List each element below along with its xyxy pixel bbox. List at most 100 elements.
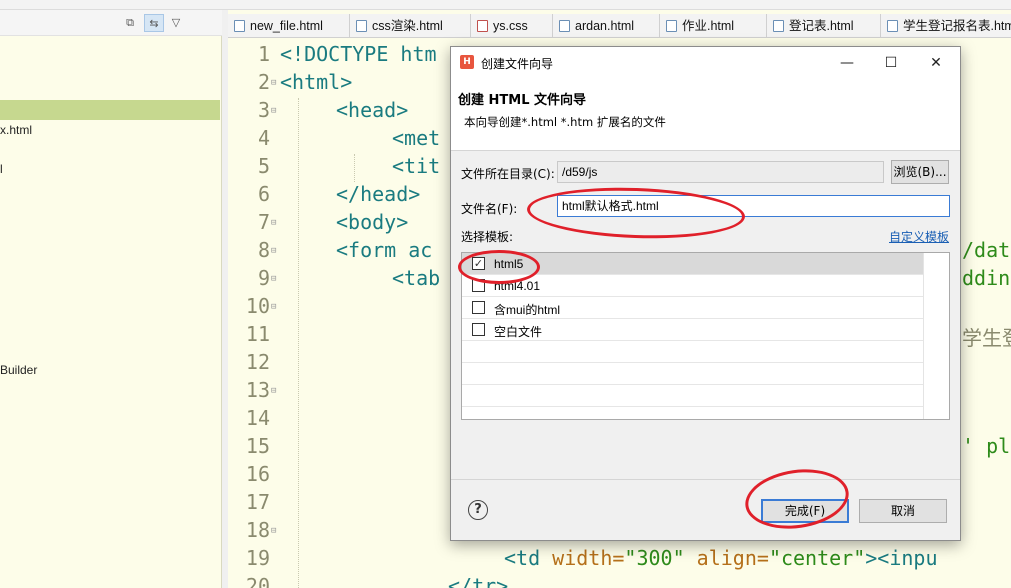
- tab-new-file[interactable]: new_file.html: [228, 14, 350, 37]
- template-name: html5: [494, 257, 524, 271]
- wizard-title: 创建 HTML 文件向导: [458, 93, 587, 108]
- template-row-html5[interactable]: ✓ html5: [462, 253, 923, 275]
- empty-row: [462, 341, 923, 363]
- line-number: 17: [245, 490, 270, 514]
- tree-item-builder[interactable]: Builder: [0, 363, 37, 377]
- help-icon[interactable]: ?: [468, 500, 488, 520]
- code-attr: width=: [552, 546, 625, 570]
- wizard-header: 创建 HTML 文件向导 本向导创建*.html *.htm 扩展名的文件: [451, 79, 960, 151]
- create-file-wizard-dialog: H 创建文件向导 — ☐ ✕ 创建 HTML 文件向导 本向导创建*.html …: [450, 46, 961, 541]
- code-line-19: <td width="300" align="center"><inpu: [504, 546, 938, 570]
- css-file-icon: [477, 20, 488, 32]
- checkbox[interactable]: [472, 323, 485, 336]
- project-explorer-panel: ⧉ ⇆ ▽ x.html l Builder: [0, 10, 222, 588]
- tab-label: ardan.html: [575, 19, 635, 33]
- code-line-8: <form ac: [336, 238, 432, 262]
- html-file-icon: [773, 20, 784, 32]
- code-line-1: <!DOCTYPE htm: [280, 42, 437, 66]
- line-number: 2: [257, 70, 270, 94]
- filename-label: 文件名(F):: [461, 202, 518, 216]
- selected-tree-item[interactable]: [0, 100, 220, 120]
- line-number: 16: [245, 462, 270, 486]
- template-row-blank[interactable]: 空白文件: [462, 319, 923, 341]
- wizard-description: 本向导创建*.html *.htm 扩展名的文件: [464, 115, 666, 129]
- line-number: 8: [257, 238, 270, 262]
- line-number: 14: [245, 406, 270, 430]
- close-icon[interactable]: ✕: [916, 51, 956, 75]
- dialog-titlebar[interactable]: H 创建文件向导 — ☐ ✕: [451, 47, 960, 79]
- template-name: 空白文件: [494, 325, 543, 339]
- tab-ys-css[interactable]: ys.css: [471, 14, 553, 37]
- checkbox[interactable]: [472, 301, 485, 314]
- line-number: 19: [245, 546, 270, 570]
- minimize-icon[interactable]: —: [827, 51, 867, 75]
- line-number: 6: [257, 182, 270, 206]
- template-label: 选择模板:: [461, 230, 514, 244]
- finish-button[interactable]: 完成(F): [761, 499, 849, 523]
- code-line-6: </head>: [336, 182, 421, 206]
- tree-item-folder[interactable]: l: [0, 162, 3, 176]
- code-line-3: <head>: [336, 98, 409, 122]
- html-file-icon: [666, 20, 677, 32]
- tab-register[interactable]: 登记表.html: [767, 14, 881, 37]
- filename-field[interactable]: html默认格式.html: [557, 195, 950, 217]
- cancel-button[interactable]: 取消: [859, 499, 947, 523]
- template-row-mui[interactable]: 含mui的html: [462, 297, 923, 319]
- list-scrollbar[interactable]: [923, 253, 949, 419]
- browse-button[interactable]: 浏览(B)...: [891, 160, 949, 184]
- line-number: 5: [257, 154, 270, 178]
- fold-marker-icon[interactable]: ⊟: [271, 78, 276, 88]
- tab-student-register[interactable]: 学生登记报名表.htm: [881, 14, 1011, 37]
- html-file-icon: [559, 20, 570, 32]
- view-menu-icon[interactable]: ▽: [166, 14, 186, 32]
- fold-marker-icon[interactable]: ⊟: [271, 246, 276, 256]
- empty-row: [462, 363, 923, 385]
- collapse-icon[interactable]: ⧉: [120, 14, 140, 32]
- html-file-icon: [234, 20, 245, 32]
- template-name: 含mui的html: [494, 303, 561, 317]
- code-tag: ><inpu: [865, 546, 938, 570]
- fold-marker-icon[interactable]: ⊟: [271, 526, 276, 536]
- indent-guide: [298, 98, 299, 588]
- directory-field[interactable]: /d59/js: [557, 161, 884, 183]
- fold-marker-icon[interactable]: ⊟: [271, 302, 276, 312]
- template-name: html4.01: [494, 279, 541, 293]
- checkbox-checked[interactable]: ✓: [472, 257, 485, 270]
- fold-marker-icon[interactable]: ⊟: [271, 218, 276, 228]
- code-line-15-tail: ' pla: [962, 434, 1011, 458]
- tab-label: ys.css: [493, 19, 528, 33]
- dialog-window-title: 创建文件向导: [481, 57, 554, 71]
- line-number: 9: [257, 266, 270, 290]
- maximize-icon[interactable]: ☐: [871, 51, 911, 75]
- code-tag: <td: [504, 546, 553, 570]
- link-editor-icon[interactable]: ⇆: [144, 14, 164, 32]
- tab-label: new_file.html: [250, 19, 323, 33]
- line-number: 13: [245, 378, 270, 402]
- line-number: 10: [245, 294, 270, 318]
- html-file-icon: [356, 20, 367, 32]
- fold-marker-icon[interactable]: ⊟: [271, 274, 276, 284]
- tree-item-file[interactable]: x.html: [0, 123, 32, 137]
- tab-label: css渲染.html: [372, 19, 443, 33]
- code-string: "center": [768, 546, 866, 570]
- template-row-html401[interactable]: html4.01: [462, 275, 923, 297]
- hbuilder-app-icon: H: [460, 55, 474, 69]
- tab-ardan[interactable]: ardan.html: [553, 14, 660, 37]
- code-line-9-tail: dding: [962, 266, 1011, 290]
- line-number: 12: [245, 350, 270, 374]
- code-tag: <form ac: [336, 238, 433, 262]
- code-attr: align=: [684, 546, 769, 570]
- code-line-2: <html>: [280, 70, 353, 94]
- indent-guide: [354, 154, 355, 182]
- dialog-separator: [451, 479, 960, 480]
- checkbox[interactable]: [472, 279, 485, 292]
- custom-template-link[interactable]: 自定义模板: [889, 228, 949, 245]
- fold-marker-icon[interactable]: ⊟: [271, 106, 276, 116]
- tab-css-render[interactable]: css渲染.html: [350, 14, 471, 37]
- editor-tab-bar: new_file.html css渲染.html ys.css ardan.ht…: [228, 14, 1011, 38]
- tab-homework[interactable]: 作业.html: [660, 14, 767, 37]
- code-line-8-tail: /data: [962, 238, 1011, 262]
- fold-marker-icon[interactable]: ⊟: [271, 386, 276, 396]
- line-number: 11: [245, 322, 270, 346]
- line-number: 20: [245, 574, 270, 588]
